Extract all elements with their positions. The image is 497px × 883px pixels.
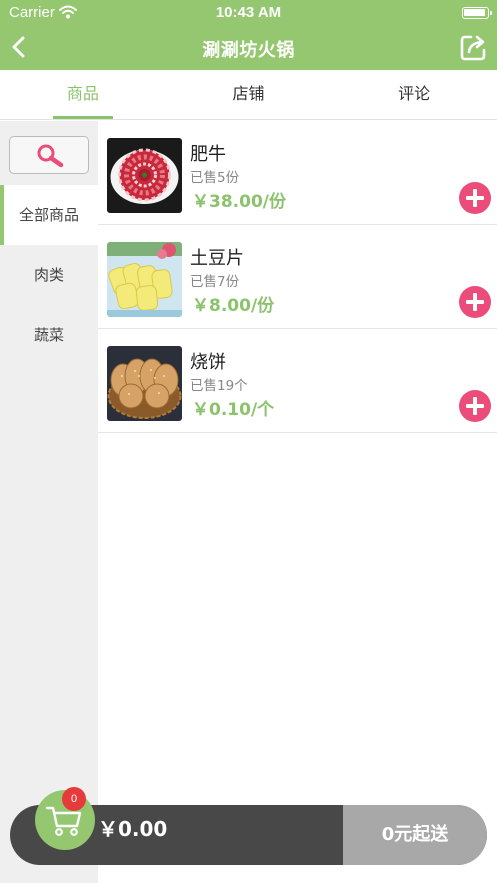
tab-reviews[interactable]: 评论 [331,70,497,119]
add-to-cart-button[interactable] [459,286,491,318]
product-price: ￥38.00/份 [192,192,286,212]
product-item[interactable]: 土豆片 已售7份 ￥8.00/份 [98,225,497,329]
checkout-button[interactable]: 0元起送 [343,805,487,865]
product-price: ￥8.00/份 [192,296,275,316]
product-sold-count: 已售7份 [190,274,240,290]
product-item[interactable]: 肥牛 已售5份 ￥38.00/份 [98,121,497,225]
category-all[interactable]: 全部商品 [0,185,98,245]
product-list: 肥牛 已售5份 ￥38.00/份 土豆片 已售7份 ￥8.00/份 烧饼 已售1… [98,121,497,433]
category-meat[interactable]: 肉类 [0,245,98,305]
add-to-cart-button[interactable] [459,390,491,422]
status-bar: Carrier 10:43 AM [0,0,497,26]
share-external-icon [460,35,486,61]
product-price: ￥0.10/个 [192,400,275,420]
status-time: 10:43 AM [215,4,282,21]
cart-count-badge: 0 [62,787,86,811]
product-name: 肥牛 [190,144,226,165]
add-to-cart-button[interactable] [459,182,491,214]
cart-total: ￥0.00 [98,817,168,841]
product-image-sliced-beef [107,138,182,213]
search-button[interactable] [9,136,89,174]
search-icon [37,144,64,168]
product-item[interactable]: 烧饼 已售19个 ￥0.10/个 [98,329,497,433]
product-image-potato-slices [107,242,182,317]
category-vegetables[interactable]: 蔬菜 [0,305,98,365]
product-sold-count: 已售5份 [190,170,240,186]
product-sold-count: 已售19个 [190,378,248,394]
product-name: 烧饼 [190,352,226,373]
tab-shop[interactable]: 店铺 [166,70,332,119]
tab-bar: 商品 店铺 评论 [0,70,497,120]
tab-products[interactable]: 商品 [0,70,166,119]
battery-icon [462,7,492,19]
product-name: 土豆片 [190,248,244,269]
category-sidebar: 全部商品 肉类 蔬菜 [0,121,98,883]
page-title: 涮涮坊火锅 [202,40,295,61]
product-image-sesame-flatbread [107,346,182,421]
app-header: Carrier 10:43 AM 涮涮坊火锅 [0,0,497,70]
share-button[interactable] [458,33,488,63]
